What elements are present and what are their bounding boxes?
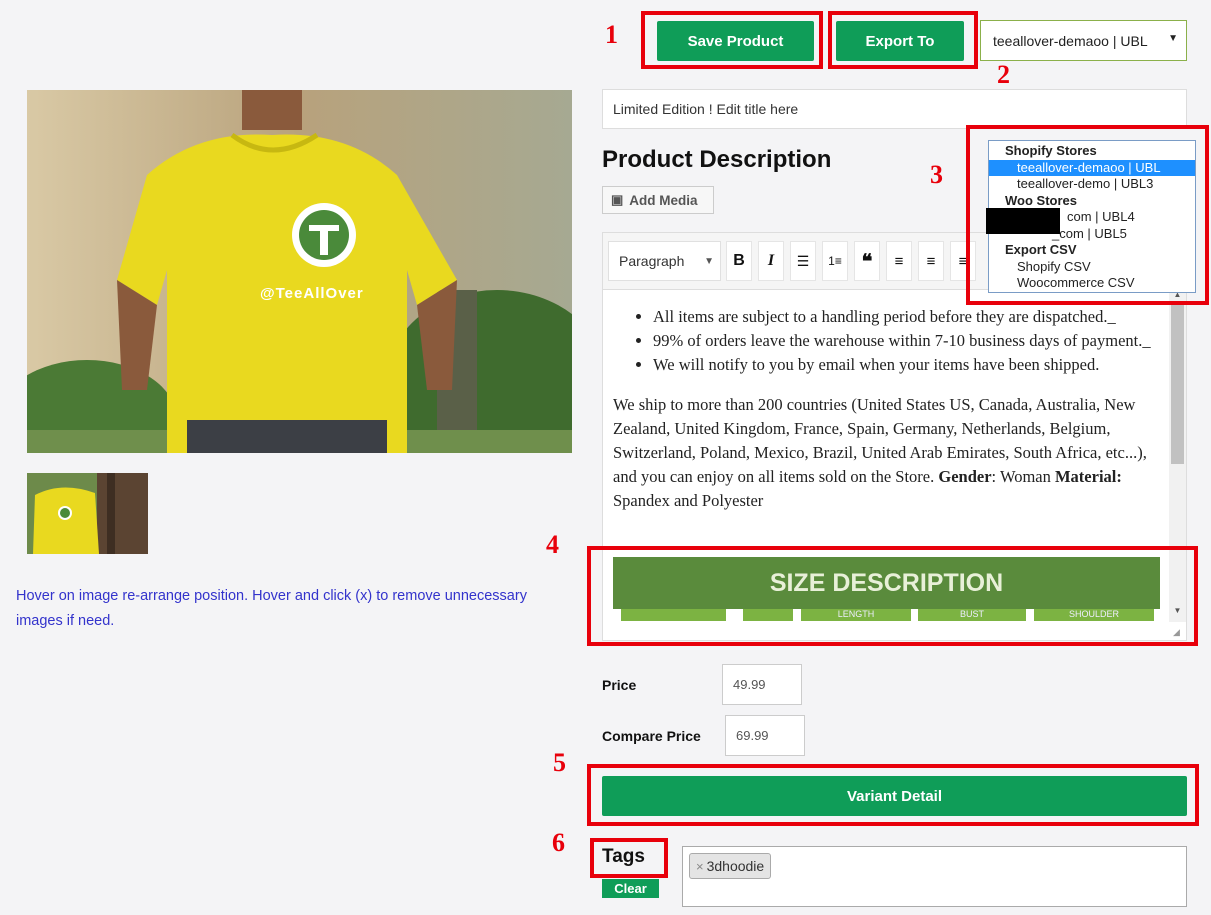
compare-price-input[interactable]: 69.99 <box>725 715 805 756</box>
store-select-value: teeallover-demaoo | UBL <box>993 32 1148 49</box>
annotation-box-save <box>641 11 823 69</box>
list-item: 99% of orders leave the warehouse within… <box>653 329 1159 353</box>
bullet-list-icon[interactable]: ☰ <box>790 241 816 281</box>
annotation-number: 6 <box>552 828 565 857</box>
price-label: Price <box>602 677 637 693</box>
image-hint-text: Hover on image re-arrange position. Hove… <box>16 588 527 629</box>
gender-value: : Woman <box>991 467 1051 486</box>
compare-price-label: Compare Price <box>602 728 701 744</box>
annotation-number: 1 <box>605 20 618 49</box>
material-value: Spandex and Polyester <box>613 491 764 510</box>
annotation-number: 5 <box>553 748 566 777</box>
annotation-box-variant <box>587 764 1199 826</box>
blockquote-icon[interactable]: ❝ <box>854 241 880 281</box>
product-title-input[interactable]: Limited Edition ! Edit title here <box>602 89 1187 129</box>
tag-chip: × 3dhoodie <box>689 853 772 879</box>
annotation-box-dropdown <box>966 125 1209 305</box>
gender-label: Gender <box>938 467 992 486</box>
tag-remove-icon[interactable]: × <box>696 859 704 874</box>
tags-input[interactable]: × 3dhoodie <box>682 846 1187 907</box>
chevron-down-icon: ▼ <box>1168 33 1178 44</box>
annotation-number: 4 <box>546 530 559 559</box>
list-item: All items are subject to a handling peri… <box>653 305 1159 329</box>
material-label: Material: <box>1054 467 1122 486</box>
bold-icon[interactable]: B <box>726 241 752 281</box>
annotation-box-export <box>828 11 978 69</box>
shirt-logo-text: @TeeAllOver <box>260 285 364 302</box>
annotation-box-size <box>587 546 1198 646</box>
thumbnail-graphic <box>27 473 148 554</box>
align-left-icon[interactable]: ≡ <box>886 241 912 281</box>
italic-icon[interactable]: I <box>758 241 784 281</box>
chevron-down-icon: ▼ <box>704 255 714 267</box>
media-icon: ▣ <box>611 192 624 207</box>
description-heading: Product Description <box>602 146 832 173</box>
tag-text: 3dhoodie <box>706 858 765 874</box>
product-thumbnail[interactable] <box>27 473 148 554</box>
align-center-icon[interactable]: ≡ <box>918 241 944 281</box>
add-media-button[interactable]: ▣ Add Media <box>602 186 714 214</box>
numbered-list-icon[interactable]: 1≡ <box>822 241 848 281</box>
paragraph-format-value: Paragraph <box>619 253 685 269</box>
annotation-number: 2 <box>997 60 1010 89</box>
price-input[interactable]: 49.99 <box>722 664 802 705</box>
editor-content[interactable]: All items are subject to a handling peri… <box>613 305 1159 513</box>
clear-tags-button[interactable]: Clear <box>602 879 659 898</box>
product-image[interactable]: @TeeAllOver <box>27 90 572 453</box>
product-photo-graphic <box>27 90 572 453</box>
scroll-thumb[interactable] <box>1171 304 1184 464</box>
annotation-box-tags <box>590 838 668 878</box>
annotation-number: 3 <box>930 160 943 189</box>
add-media-label: Add Media <box>629 192 698 208</box>
list-item: We will notify to you by email when your… <box>653 353 1159 377</box>
paragraph-format-select[interactable]: Paragraph ▼ <box>608 241 721 281</box>
shipping-paragraph: We ship to more than 200 countries (Unit… <box>613 393 1159 513</box>
shipping-bullet-list: All items are subject to a handling peri… <box>613 305 1159 377</box>
store-select[interactable]: teeallover-demaoo | UBL ▼ <box>980 20 1187 61</box>
